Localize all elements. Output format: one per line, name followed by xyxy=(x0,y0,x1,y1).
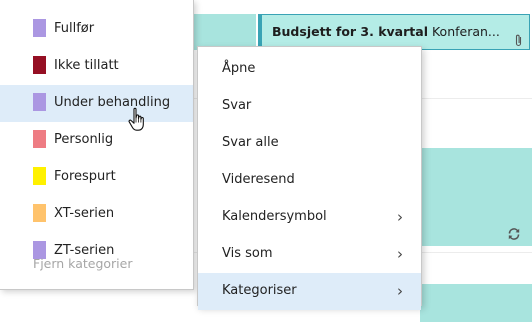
hand-pointer-icon xyxy=(127,107,149,137)
menu-item-label: Vis som xyxy=(222,246,273,261)
event-card[interactable]: Budsjett for 3. kvartal Konferan... xyxy=(258,14,530,50)
calendar-event-block[interactable] xyxy=(420,284,532,322)
menu-item-label: Åpne xyxy=(222,61,256,76)
category-color-swatch xyxy=(33,93,46,111)
category-label: Under behandling xyxy=(54,95,171,110)
menu-item-categorize[interactable]: Kategoriser › xyxy=(198,273,421,310)
category-color-swatch xyxy=(33,167,46,185)
menu-item-label: Kategoriser xyxy=(222,283,297,298)
menu-item-calendar-symbol[interactable]: Kalendersymbol › xyxy=(198,199,421,236)
menu-item-label: Svar xyxy=(222,98,252,113)
menu-item-label: Videresend xyxy=(222,172,295,187)
context-menu: Åpne Svar Svar alle Videresend Kalenders… xyxy=(197,46,422,310)
menu-item-reply[interactable]: Svar xyxy=(198,88,421,125)
category-menu: Fullfør Ikke tillatt Under behandling Pe… xyxy=(0,0,194,290)
menu-item-label: Svar alle xyxy=(222,135,279,150)
category-label: Ikke tillatt xyxy=(54,58,119,73)
category-color-swatch xyxy=(33,19,46,37)
category-color-swatch xyxy=(33,130,46,148)
category-color-swatch xyxy=(33,56,46,74)
menu-item-forward[interactable]: Videresend xyxy=(198,162,421,199)
menu-item-reply-all[interactable]: Svar alle xyxy=(198,125,421,162)
menu-item-show-as[interactable]: Vis som › xyxy=(198,236,421,273)
paperclip-icon xyxy=(514,26,523,49)
category-item-personlig[interactable]: Personlig xyxy=(0,122,193,159)
category-label: Forespurt xyxy=(54,169,116,184)
category-item-forespurt[interactable]: Forespurt xyxy=(0,159,193,196)
chevron-right-icon: › xyxy=(397,245,403,263)
category-item-ikke-tillatt[interactable]: Ikke tillatt xyxy=(0,48,193,85)
category-label: Fullfør xyxy=(54,21,95,36)
chevron-right-icon: › xyxy=(397,282,403,300)
event-location: Konferan... xyxy=(431,24,500,39)
category-item-under-behandling[interactable]: Under behandling xyxy=(0,85,193,122)
event-title: Budsjett for 3. kvartal xyxy=(272,24,428,39)
sync-icon xyxy=(507,226,521,245)
category-item-fullfor[interactable]: Fullfør xyxy=(0,11,193,48)
category-color-swatch xyxy=(33,204,46,222)
category-label: XT-serien xyxy=(54,206,115,221)
category-item-xt-serien[interactable]: XT-serien xyxy=(0,196,193,233)
menu-item-label: Kalendersymbol xyxy=(222,209,327,224)
category-label: Personlig xyxy=(54,132,114,147)
chevron-right-icon: › xyxy=(397,208,403,226)
menu-item-open[interactable]: Åpne xyxy=(198,51,421,88)
remove-categories-button[interactable]: Fjern kategorier xyxy=(33,256,132,271)
